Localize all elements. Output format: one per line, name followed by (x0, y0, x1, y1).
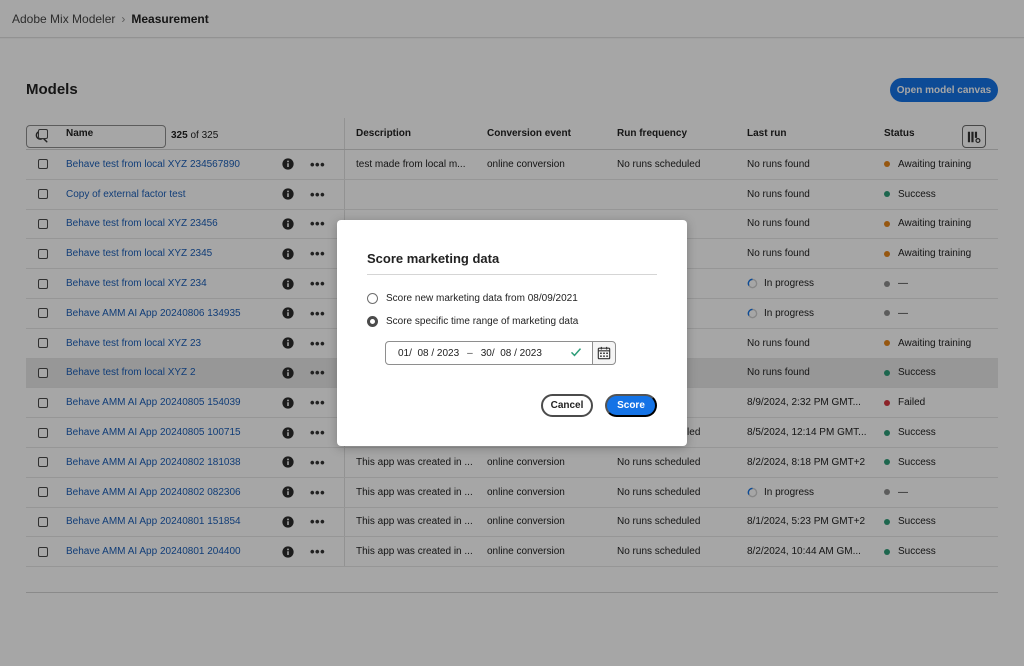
date-separator: – (467, 347, 473, 359)
option-score-range-label: Score specific time range of marketing d… (386, 316, 579, 327)
option-score-new-label: Score new marketing data from 08/09/2021 (386, 293, 578, 304)
calendar-button[interactable] (592, 341, 616, 365)
checkmark-icon (570, 348, 582, 357)
score-dialog: Score marketing data Score new marketing… (337, 220, 687, 446)
option-score-range[interactable]: Score specific time range of marketing d… (367, 316, 578, 327)
end-date[interactable]: 30/ 08 / 2023 (481, 348, 542, 359)
radio-score-range[interactable] (367, 316, 378, 327)
cancel-button[interactable]: Cancel (541, 394, 593, 417)
radio-score-new[interactable] (367, 293, 378, 304)
dialog-divider (367, 274, 657, 275)
dialog-title: Score marketing data (367, 251, 500, 266)
date-range-field[interactable]: 01/ 08 / 2023 – 30/ 08 / 2023 (385, 341, 593, 365)
score-button[interactable]: Score (605, 394, 657, 417)
start-date[interactable]: 01/ 08 / 2023 (398, 348, 459, 359)
option-score-new[interactable]: Score new marketing data from 08/09/2021 (367, 293, 578, 304)
calendar-icon (597, 346, 611, 360)
